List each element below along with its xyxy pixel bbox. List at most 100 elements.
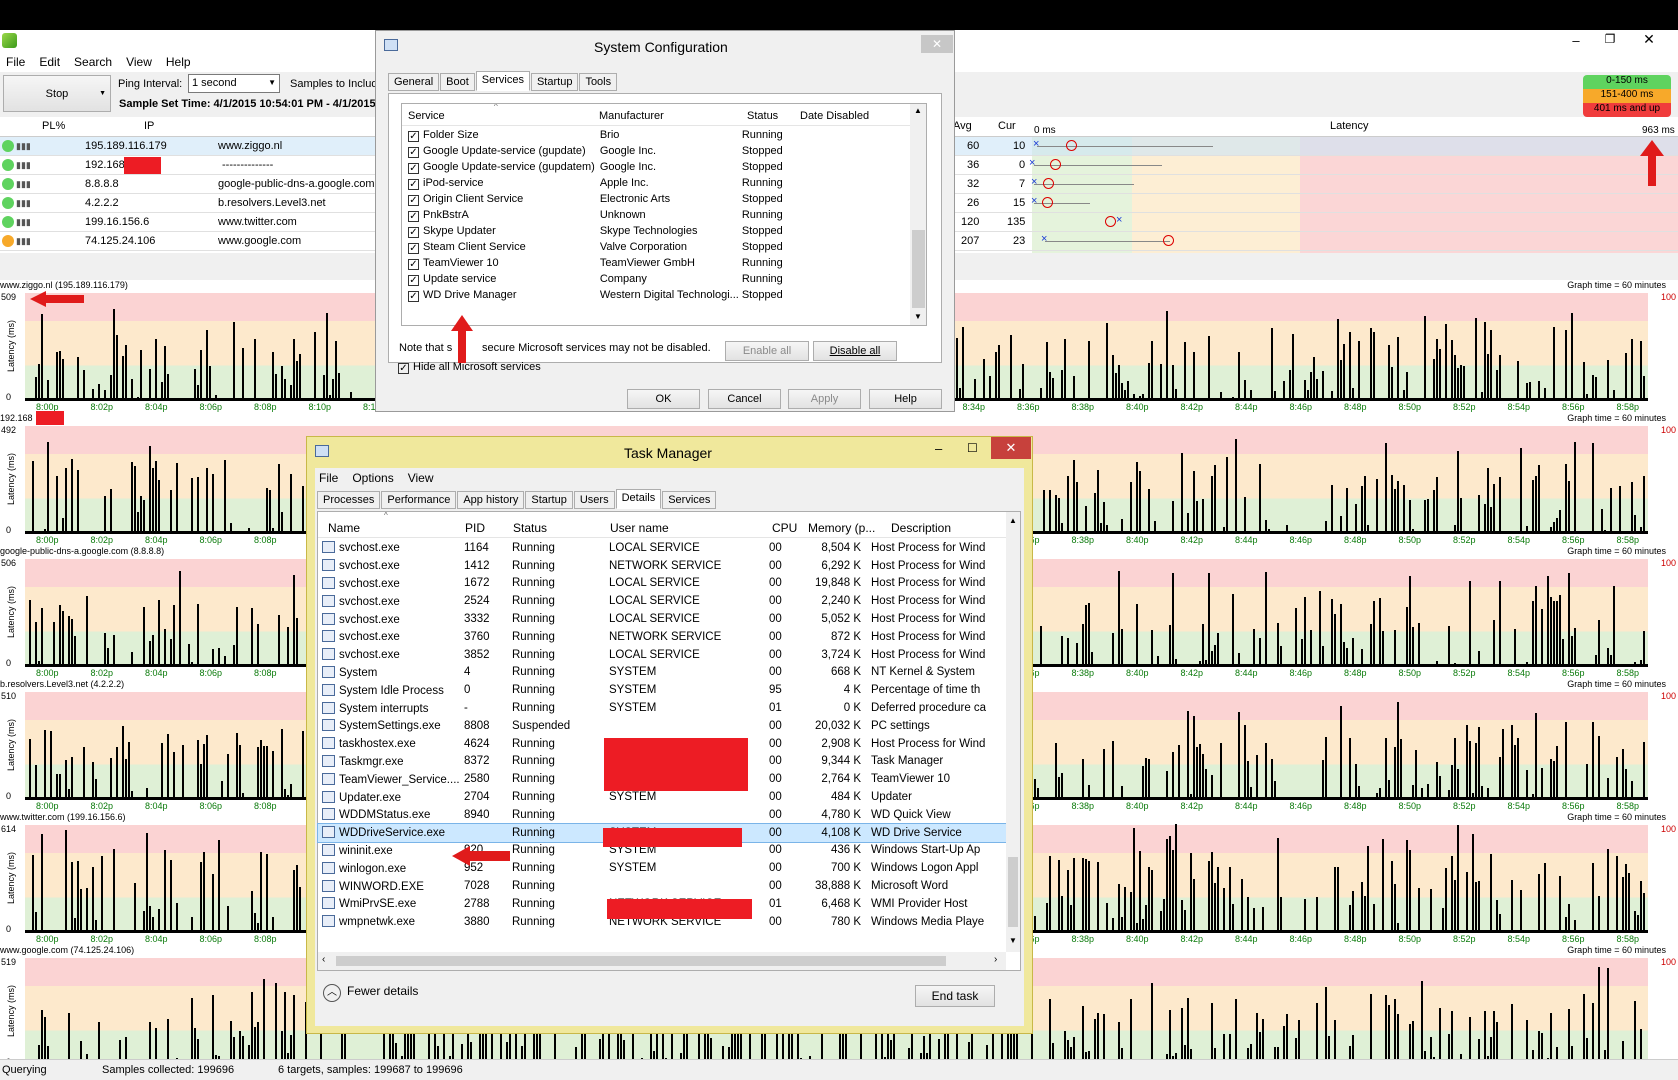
checkbox-checked-icon[interactable]: ✓ bbox=[408, 290, 419, 302]
process-row[interactable]: WINWORD.EXE 7028 Running 00 38,888 K Microsof… bbox=[318, 877, 1008, 895]
process-row[interactable]: WDDMStatus.exe 8940 Running 00 4,780 K WD Qui… bbox=[318, 806, 1008, 824]
cancel-button[interactable]: Cancel bbox=[708, 389, 781, 409]
checkbox-checked-icon[interactable]: ✓ bbox=[408, 258, 419, 270]
end-task-button[interactable]: End task bbox=[915, 985, 995, 1007]
col-status[interactable]: Status bbox=[747, 110, 778, 122]
col-service[interactable]: Service bbox=[408, 110, 445, 122]
menu-edit[interactable]: Edit bbox=[39, 55, 60, 69]
scroll-up-icon[interactable]: ▲ bbox=[1009, 516, 1017, 525]
checkbox-checked-icon[interactable]: ✓ bbox=[408, 274, 419, 286]
tab-processes[interactable]: Processes bbox=[317, 491, 381, 509]
minimize-button[interactable]: – bbox=[935, 441, 942, 456]
service-row[interactable]: ✓ PnkBstrA Unknown Running bbox=[402, 207, 910, 223]
checkbox-checked-icon[interactable]: ✓ bbox=[408, 146, 419, 158]
col-manufacturer[interactable]: Manufacturer bbox=[599, 110, 664, 122]
restore-button[interactable]: ❐ bbox=[1602, 32, 1618, 46]
tab-app-history[interactable]: App history bbox=[457, 491, 525, 509]
checkbox-checked-icon[interactable]: ✓ bbox=[408, 162, 419, 174]
tab-tools[interactable]: Tools bbox=[579, 73, 618, 91]
menu-file[interactable]: File bbox=[319, 471, 338, 485]
minimize-button[interactable]: – bbox=[1568, 33, 1584, 48]
col-avg[interactable]: Avg bbox=[953, 120, 972, 132]
tab-users[interactable]: Users bbox=[573, 491, 615, 509]
col-memory[interactable]: Memory (p... bbox=[808, 521, 875, 535]
checkbox-checked-icon[interactable]: ✓ bbox=[408, 210, 419, 222]
details-hscroll[interactable]: ‹ › bbox=[318, 952, 1006, 970]
col-date-disabled[interactable]: Date Disabled bbox=[800, 110, 869, 122]
disable-all-button[interactable]: Disable all bbox=[813, 341, 897, 361]
col-ip[interactable]: IP bbox=[144, 120, 154, 132]
menu-search[interactable]: Search bbox=[74, 55, 112, 69]
menu-view[interactable]: View bbox=[408, 471, 434, 485]
help-button[interactable]: Help bbox=[869, 389, 942, 409]
process-row[interactable]: System Idle Process 0 Running SYSTEM 95 4 K Pe… bbox=[318, 681, 1008, 699]
col-user[interactable]: User name bbox=[610, 521, 669, 535]
col-latency[interactable]: Latency bbox=[1330, 120, 1369, 132]
checkbox-checked-icon[interactable]: ✓ bbox=[408, 130, 419, 142]
col-pl[interactable]: PL% bbox=[42, 120, 65, 132]
tab-general[interactable]: General bbox=[388, 73, 440, 91]
scroll-left-icon[interactable]: ‹ bbox=[322, 954, 325, 965]
service-row[interactable]: ✓ Google Update-service (gupdatem) Google … bbox=[402, 159, 910, 175]
process-row[interactable]: System interrupts - Running SYSTEM 01 0 K Defe… bbox=[318, 699, 1008, 717]
tab-startup[interactable]: Startup bbox=[525, 491, 573, 509]
service-row[interactable]: ✓ Google Update-service (gupdate) Google I… bbox=[402, 143, 910, 159]
hscroll-thumb[interactable] bbox=[336, 956, 946, 966]
col-cpu[interactable]: CPU bbox=[772, 521, 797, 535]
tab-boot[interactable]: Boot bbox=[440, 73, 475, 91]
scroll-thumb[interactable] bbox=[912, 230, 925, 308]
services-scrollbar[interactable]: ▲ ▼ bbox=[910, 104, 926, 325]
menu-options[interactable]: Options bbox=[352, 471, 393, 485]
tab-services[interactable]: Services bbox=[475, 71, 530, 91]
ok-button[interactable]: OK bbox=[627, 389, 700, 409]
tab-services[interactable]: Services bbox=[662, 491, 717, 509]
service-row[interactable]: ✓ WD Drive Manager Western Digital Technol… bbox=[402, 287, 910, 303]
checkbox-checked-icon[interactable]: ✓ bbox=[408, 242, 419, 254]
service-row[interactable]: ✓ Update service Company Running bbox=[402, 271, 910, 287]
service-row[interactable]: ✓ TeamViewer 10 TeamViewer GmbH Running bbox=[402, 255, 910, 271]
process-row[interactable]: svchost.exe 1164 Running LOCAL SERVICE 00 8,5… bbox=[318, 539, 1008, 557]
process-row[interactable]: svchost.exe 3760 Running NETWORK SERVICE 00 8… bbox=[318, 628, 1008, 646]
tab-performance[interactable]: Performance bbox=[381, 491, 457, 509]
process-row[interactable]: svchost.exe 1672 Running LOCAL SERVICE 00 19,… bbox=[318, 575, 1008, 593]
menu-file[interactable]: File bbox=[6, 55, 25, 69]
col-name[interactable]: Name bbox=[328, 521, 360, 535]
details-vscroll[interactable]: ▲ ▼ bbox=[1006, 512, 1020, 952]
maximize-button[interactable]: ☐ bbox=[967, 441, 978, 455]
col-status[interactable]: Status bbox=[513, 521, 547, 535]
process-row[interactable]: svchost.exe 1412 Running NETWORK SERVICE 00 6… bbox=[318, 557, 1008, 575]
process-row[interactable]: winlogon.exe 952 Running SYSTEM 00 700 K Windo… bbox=[318, 859, 1008, 877]
service-row[interactable]: ✓ Steam Client Service Valve Corporation St… bbox=[402, 239, 910, 255]
process-row[interactable]: SystemSettings.exe 8808 Suspended 00 20,032 … bbox=[318, 717, 1008, 735]
process-row[interactable]: svchost.exe 3332 Running LOCAL SERVICE 00 5,0… bbox=[318, 610, 1008, 628]
col-cur[interactable]: Cur bbox=[998, 120, 1016, 132]
process-row[interactable]: svchost.exe 3852 Running LOCAL SERVICE 00 3,7… bbox=[318, 646, 1008, 664]
checkbox-checked-icon[interactable]: ✓ bbox=[398, 363, 409, 374]
menu-view[interactable]: View bbox=[126, 55, 152, 69]
tab-startup[interactable]: Startup bbox=[530, 73, 579, 91]
menu-help[interactable]: Help bbox=[166, 55, 191, 69]
scroll-thumb[interactable] bbox=[1008, 857, 1018, 927]
tab-details[interactable]: Details bbox=[615, 489, 662, 509]
enable-all-button[interactable]: Enable all bbox=[725, 341, 809, 361]
scroll-down-icon[interactable]: ▼ bbox=[914, 312, 922, 321]
scroll-down-icon[interactable]: ▼ bbox=[1009, 936, 1017, 945]
ping-interval-select[interactable]: 1 second ▼ bbox=[188, 74, 280, 93]
col-pid[interactable]: PID bbox=[465, 521, 485, 535]
checkbox-checked-icon[interactable]: ✓ bbox=[408, 226, 419, 238]
col-description[interactable]: Description bbox=[891, 521, 951, 535]
checkbox-checked-icon[interactable]: ✓ bbox=[408, 178, 419, 190]
checkbox-checked-icon[interactable]: ✓ bbox=[408, 194, 419, 206]
process-row[interactable]: svchost.exe 2524 Running LOCAL SERVICE 00 2,2… bbox=[318, 592, 1008, 610]
close-button[interactable]: ✕ bbox=[921, 35, 953, 53]
scroll-up-icon[interactable]: ▲ bbox=[914, 106, 922, 115]
service-row[interactable]: ✓ Folder Size Brio Running bbox=[402, 127, 910, 143]
close-button[interactable]: ✕ bbox=[1640, 31, 1658, 47]
apply-button[interactable]: Apply bbox=[788, 389, 861, 409]
close-button[interactable]: ✕ bbox=[991, 437, 1031, 459]
service-row[interactable]: ✓ Skype Updater Skype Technologies Stopped bbox=[402, 223, 910, 239]
service-row[interactable]: ✓ iPod-service Apple Inc. Running bbox=[402, 175, 910, 191]
scroll-right-icon[interactable]: › bbox=[994, 954, 997, 965]
stop-button[interactable]: Stop ▼ bbox=[3, 75, 111, 112]
process-row[interactable]: System 4 Running SYSTEM 00 668 K NT Kernel & S… bbox=[318, 664, 1008, 682]
